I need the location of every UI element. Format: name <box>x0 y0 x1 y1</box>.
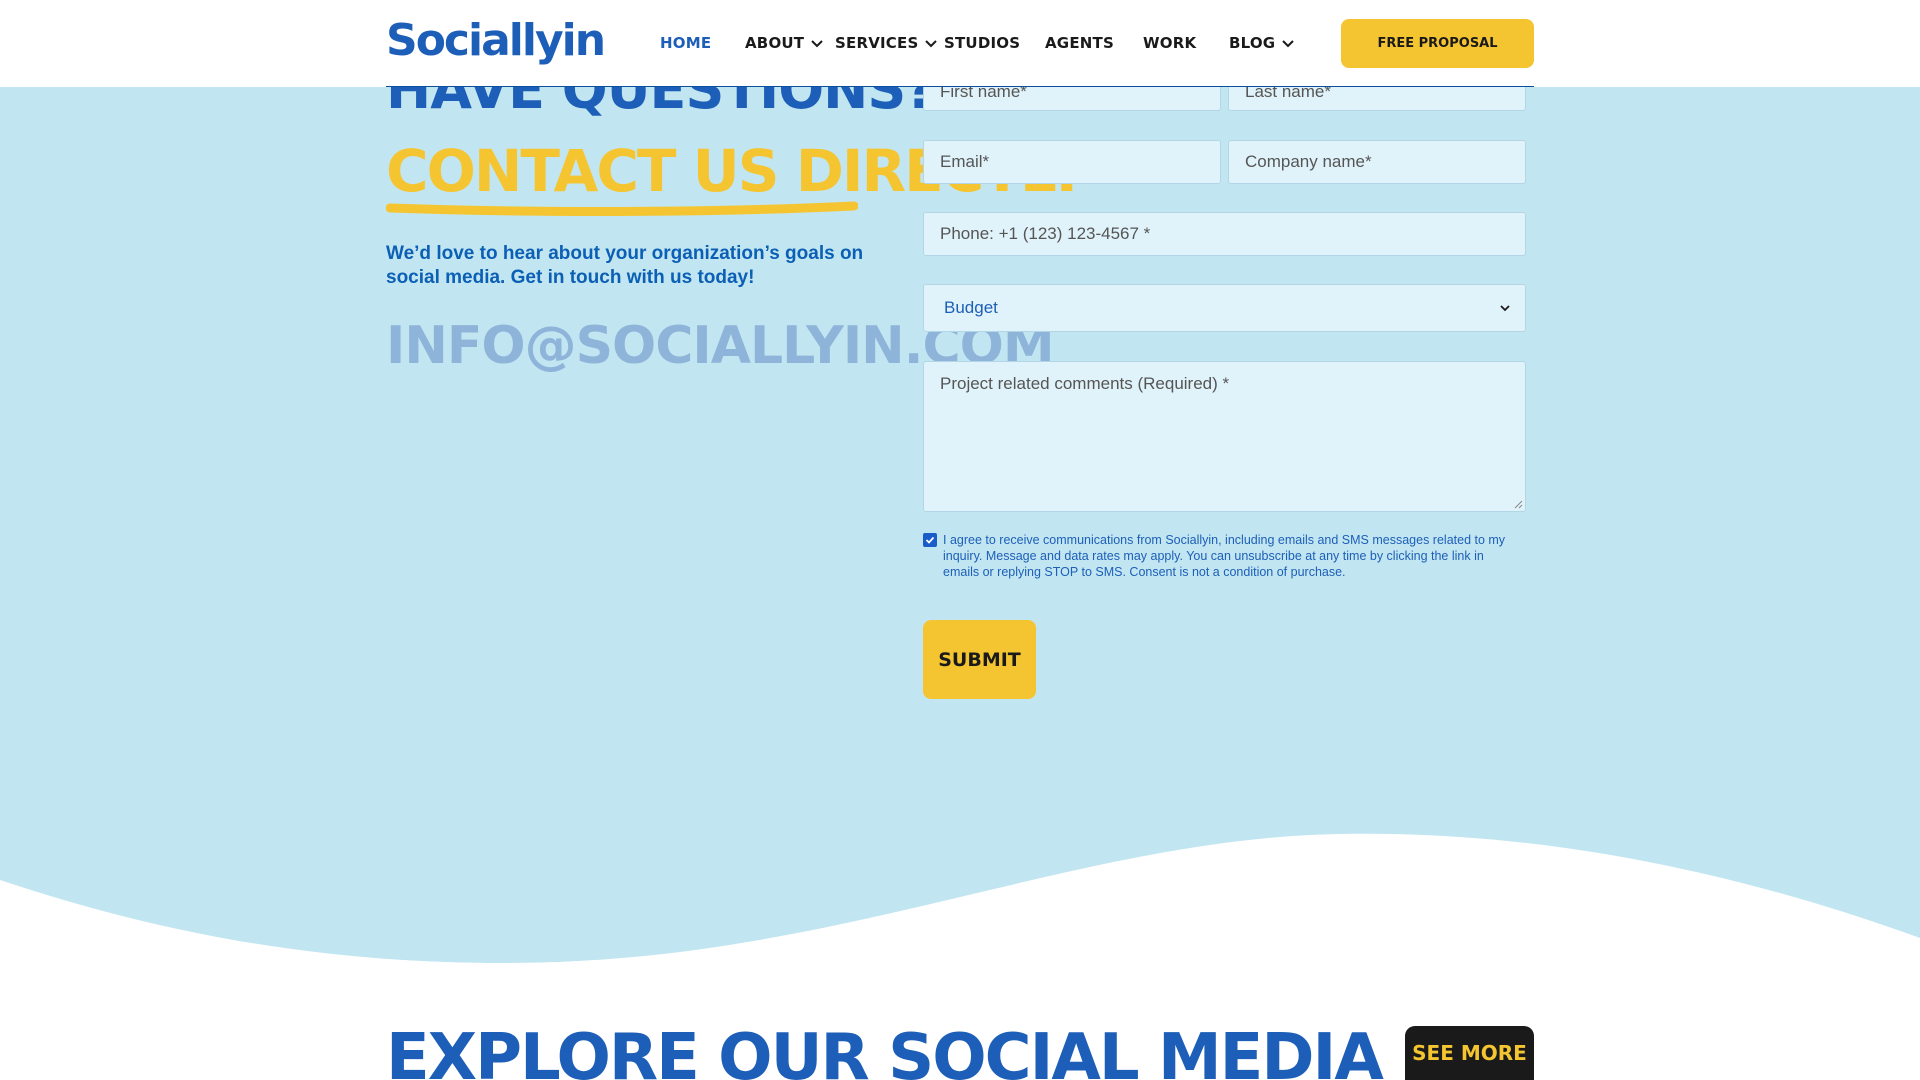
nav-item-work[interactable]: WORK <box>1143 22 1229 64</box>
chevron-down-icon <box>1282 40 1295 48</box>
contact-intro-text: We’d love to hear about your organizatio… <box>386 243 864 288</box>
nav-item-agents[interactable]: AGENTS <box>1045 22 1143 64</box>
explore-section-title: EXPLORE OUR SOCIAL MEDIA <box>386 1021 1384 1080</box>
consent-text: I agree to receive communications from S… <box>943 533 1506 579</box>
logo-text: Sociallyin <box>386 14 606 66</box>
nav-item-label: HOME <box>660 34 712 52</box>
wave-divider <box>0 800 1920 1000</box>
nav-item-label: SERVICES <box>835 34 919 52</box>
consent-checkbox[interactable] <box>923 533 937 547</box>
check-icon <box>925 536 935 544</box>
budget-select[interactable]: Budget <box>923 284 1526 332</box>
company-placeholder: Company name* <box>1245 152 1372 171</box>
comments-placeholder: Project related comments (Required) * <box>940 374 1230 393</box>
nav-item-services[interactable]: SERVICES <box>835 22 944 64</box>
phone-placeholder: Phone: +1 (123) 123-4567 * <box>940 224 1151 243</box>
nav-item-label: AGENTS <box>1045 34 1114 52</box>
chevron-down-icon <box>811 40 823 48</box>
nav-item-about[interactable]: ABOUT <box>745 22 835 64</box>
main-nav: HOME ABOUT SERVICES STUDIOS AGENTS WORK … <box>660 22 1319 64</box>
nav-item-label: BLOG <box>1229 34 1276 52</box>
see-more-button[interactable]: SEE MORE <box>1405 1026 1534 1080</box>
submit-button[interactable]: SUBMIT <box>923 620 1036 699</box>
chevron-down-icon <box>925 40 938 48</box>
phone-field[interactable]: Phone: +1 (123) 123-4567 * <box>923 212 1526 256</box>
chevron-down-icon <box>1500 305 1510 312</box>
heading-underline <box>386 201 858 216</box>
nav-item-studios[interactable]: STUDIOS <box>944 22 1045 64</box>
resize-handle-icon[interactable] <box>1513 499 1523 509</box>
nav-item-blog[interactable]: BLOG <box>1229 22 1319 64</box>
header-divider <box>386 86 1534 87</box>
comments-textarea[interactable]: Project related comments (Required) * <box>923 361 1526 512</box>
logo[interactable]: Sociallyin <box>386 12 606 68</box>
site-header: Sociallyin HOME ABOUT SERVICES STUDIOS A… <box>0 0 1920 87</box>
company-name-field[interactable]: Company name* <box>1228 140 1526 184</box>
nav-item-label: STUDIOS <box>944 34 1021 52</box>
email-placeholder: Email* <box>940 152 990 171</box>
nav-item-label: ABOUT <box>745 34 805 52</box>
budget-selected-value: Budget <box>944 298 998 317</box>
email-field[interactable]: Email* <box>923 140 1221 184</box>
nav-item-home[interactable]: HOME <box>660 22 745 64</box>
free-proposal-button[interactable]: FREE PROPOSAL <box>1341 19 1534 68</box>
nav-item-label: WORK <box>1143 34 1197 52</box>
